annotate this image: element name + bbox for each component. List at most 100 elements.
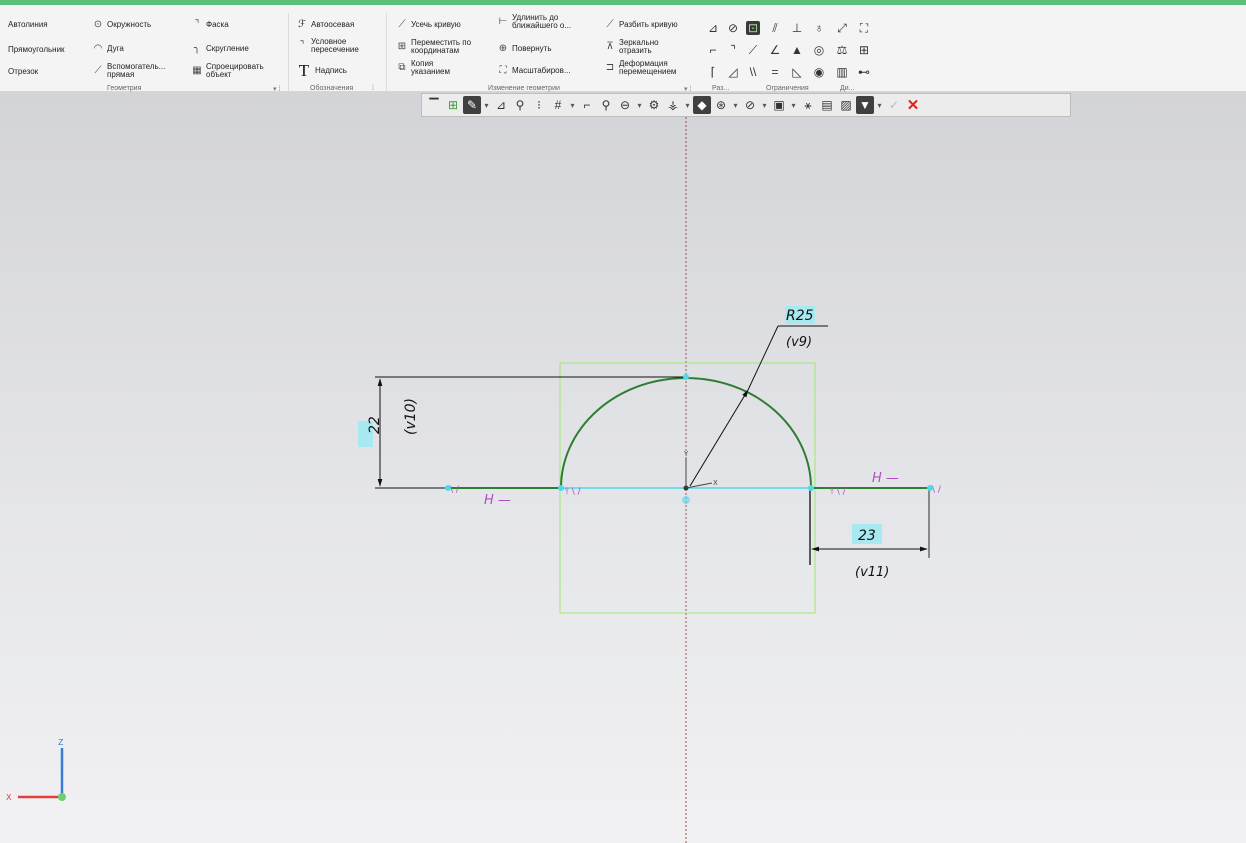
move-label-2: координатам: [411, 46, 460, 55]
sketch-canvas[interactable]: [0, 92, 1246, 843]
show-constraints-icon[interactable]: ⚖: [835, 43, 849, 57]
edit-group-label: Изменение геометрии: [488, 85, 560, 92]
zoom-window-icon[interactable]: ⊖: [616, 96, 634, 114]
chevron-down-icon[interactable]: ▾: [789, 96, 798, 114]
conditional-intersection-button[interactable]: ⌝ Условное пересечение: [296, 38, 359, 54]
deform-label-2: перемещением: [619, 67, 677, 76]
angle-icon[interactable]: ∠: [768, 43, 782, 57]
chamfer-label: Фаска: [206, 20, 229, 29]
collinear-icon[interactable]: ⟋: [746, 43, 760, 57]
fix-point-icon[interactable]: ⊡: [746, 21, 760, 35]
perpendicular-icon[interactable]: ⊥: [790, 21, 804, 35]
triangle-dim-icon[interactable]: ◿: [726, 65, 740, 79]
section-icon[interactable]: ⊛: [712, 96, 730, 114]
chevron-down-icon[interactable]: ▾: [568, 96, 577, 114]
copy-label-2: указанием: [411, 67, 450, 76]
parallel-icon[interactable]: ⫽: [768, 21, 782, 35]
auto-dim-icon[interactable]: ⌝: [726, 43, 740, 57]
concentric-icon[interactable]: ◎: [812, 43, 826, 57]
dimension-icon[interactable]: ⊿: [706, 21, 720, 35]
chevron-down-icon[interactable]: ▾: [731, 96, 740, 114]
orient-icon[interactable]: ⚙: [645, 96, 663, 114]
project-icon: ▦: [192, 65, 202, 76]
rotate-label: Повернуть: [512, 44, 552, 53]
hide-icon[interactable]: ⊘: [741, 96, 759, 114]
ok-icon[interactable]: ✓: [885, 96, 903, 114]
autoline-label: Автолиния: [8, 20, 48, 29]
filter-icon[interactable]: ▼: [856, 96, 874, 114]
tangent-icon[interactable]: ♁: [812, 21, 826, 35]
aux-line-button[interactable]: ⟋ Вспомогатель... прямая: [92, 63, 166, 79]
light-icon[interactable]: ⚶: [664, 96, 682, 114]
settings-icon[interactable]: ⚹: [799, 96, 817, 114]
delete-constraints-icon[interactable]: ▥: [835, 65, 849, 79]
coincident-icon[interactable]: ◉: [812, 65, 826, 79]
vertical-icon[interactable]: \\: [746, 65, 760, 79]
circle-label: Окружность: [107, 20, 152, 29]
extend-icon: ⊢: [498, 16, 508, 27]
move-coords-button[interactable]: ⊞ Переместить по координатам: [396, 39, 471, 55]
snap-icon[interactable]: ⚲: [511, 96, 529, 114]
circle-icon: ⊙: [93, 19, 103, 30]
trim-curve-button[interactable]: ⟋ Усечь кривую: [396, 19, 461, 31]
point-icon[interactable]: ⁝: [530, 96, 548, 114]
circle-button[interactable]: ⊙ Окружность: [92, 19, 151, 31]
chevron-down-icon[interactable]: ▾: [635, 96, 644, 114]
rotate-icon: ⊕: [498, 43, 508, 54]
autoline-button[interactable]: Автолиния: [8, 21, 48, 29]
fillet-button[interactable]: ╮ Скругление: [191, 43, 249, 55]
visibility-icon[interactable]: ▣: [770, 96, 788, 114]
project-object-button[interactable]: ▦ Спроецировать объект: [191, 63, 263, 79]
copy-button[interactable]: ⧉ Копия указанием: [396, 60, 450, 76]
zoom-icon[interactable]: ⚲: [597, 96, 615, 114]
degrees-icon[interactable]: ⛶: [857, 21, 871, 35]
cs-icon[interactable]: ⊞: [444, 96, 462, 114]
pen-icon[interactable]: ✎: [463, 96, 481, 114]
ortho-icon[interactable]: ⌐: [578, 96, 596, 114]
scale-button[interactable]: ⛶ Масштабиров...: [497, 65, 571, 77]
label-button[interactable]: T Надпись: [296, 62, 347, 80]
mirror-button[interactable]: ⊼ Зеркально отразить: [604, 39, 658, 55]
deform-button[interactable]: ⊐ Деформация перемещением: [604, 60, 677, 76]
split-curve-button[interactable]: ⟋ Разбить кривую: [604, 19, 678, 31]
geometry-group-label: Геометрия: [107, 85, 142, 92]
analysis-icon[interactable]: ⊞: [857, 43, 871, 57]
chevron-down-icon[interactable]: ▾: [875, 96, 884, 114]
midpoint-icon[interactable]: ◺: [790, 65, 804, 79]
symmetry-icon[interactable]: ▲: [790, 43, 804, 57]
extend-label-2: ближайшего о...: [512, 21, 572, 30]
axis-button[interactable]: ℱ Автоосевая: [296, 19, 354, 31]
properties-icon[interactable]: ▨: [837, 96, 855, 114]
degrees-info-icon[interactable]: ⊷: [857, 65, 871, 79]
intersection-label-2: пересечение: [311, 45, 359, 54]
group-separator: [386, 13, 387, 93]
render-icon[interactable]: ◆: [693, 96, 711, 114]
dim-icon[interactable]: ⊿: [492, 96, 510, 114]
view-icon[interactable]: ▔: [425, 96, 443, 114]
extend-button[interactable]: ⊢ Удлинить до ближайшего о...: [497, 14, 571, 30]
rectangle-button[interactable]: Прямоугольник: [8, 46, 65, 54]
chevron-down-icon[interactable]: ▾: [760, 96, 769, 114]
arc-button[interactable]: ◠ Дуга: [92, 43, 124, 55]
aux-line-label-2: прямая: [107, 70, 135, 79]
fillet-label: Скругление: [206, 44, 249, 53]
mirror-icon: ⊼: [606, 41, 614, 52]
segment-button[interactable]: Отрезок: [8, 68, 38, 76]
chevron-down-icon[interactable]: ▾: [482, 96, 491, 114]
horizontal-dim-icon[interactable]: ⌈: [706, 65, 720, 79]
designations-expand-icon[interactable]: ⁞: [372, 85, 374, 92]
grid-icon[interactable]: #: [549, 96, 567, 114]
equal-icon[interactable]: =: [768, 65, 782, 79]
scale-label: Масштабиров...: [512, 66, 571, 75]
move-icon: ⊞: [397, 41, 407, 52]
layers-icon[interactable]: ▤: [818, 96, 836, 114]
chevron-down-icon[interactable]: ▾: [683, 96, 692, 114]
angle-dim-icon[interactable]: ⌐: [706, 43, 720, 57]
diameter-icon[interactable]: ⊘: [726, 21, 740, 35]
view-toolbar: ▔ ⊞ ✎ ▾ ⊿ ⚲ ⁝ # ▾ ⌐ ⚲ ⊖ ▾ ⚙ ⚶ ▾ ◆ ⊛ ▾ ⊘ …: [421, 93, 1071, 117]
cancel-icon[interactable]: ✕: [904, 96, 922, 114]
trim-label: Усечь кривую: [411, 20, 461, 29]
chamfer-button[interactable]: ⌝ Фаска: [191, 19, 229, 31]
curve-check-icon[interactable]: ⤢: [835, 21, 849, 35]
rotate-button[interactable]: ⊕ Повернуть: [497, 43, 552, 55]
